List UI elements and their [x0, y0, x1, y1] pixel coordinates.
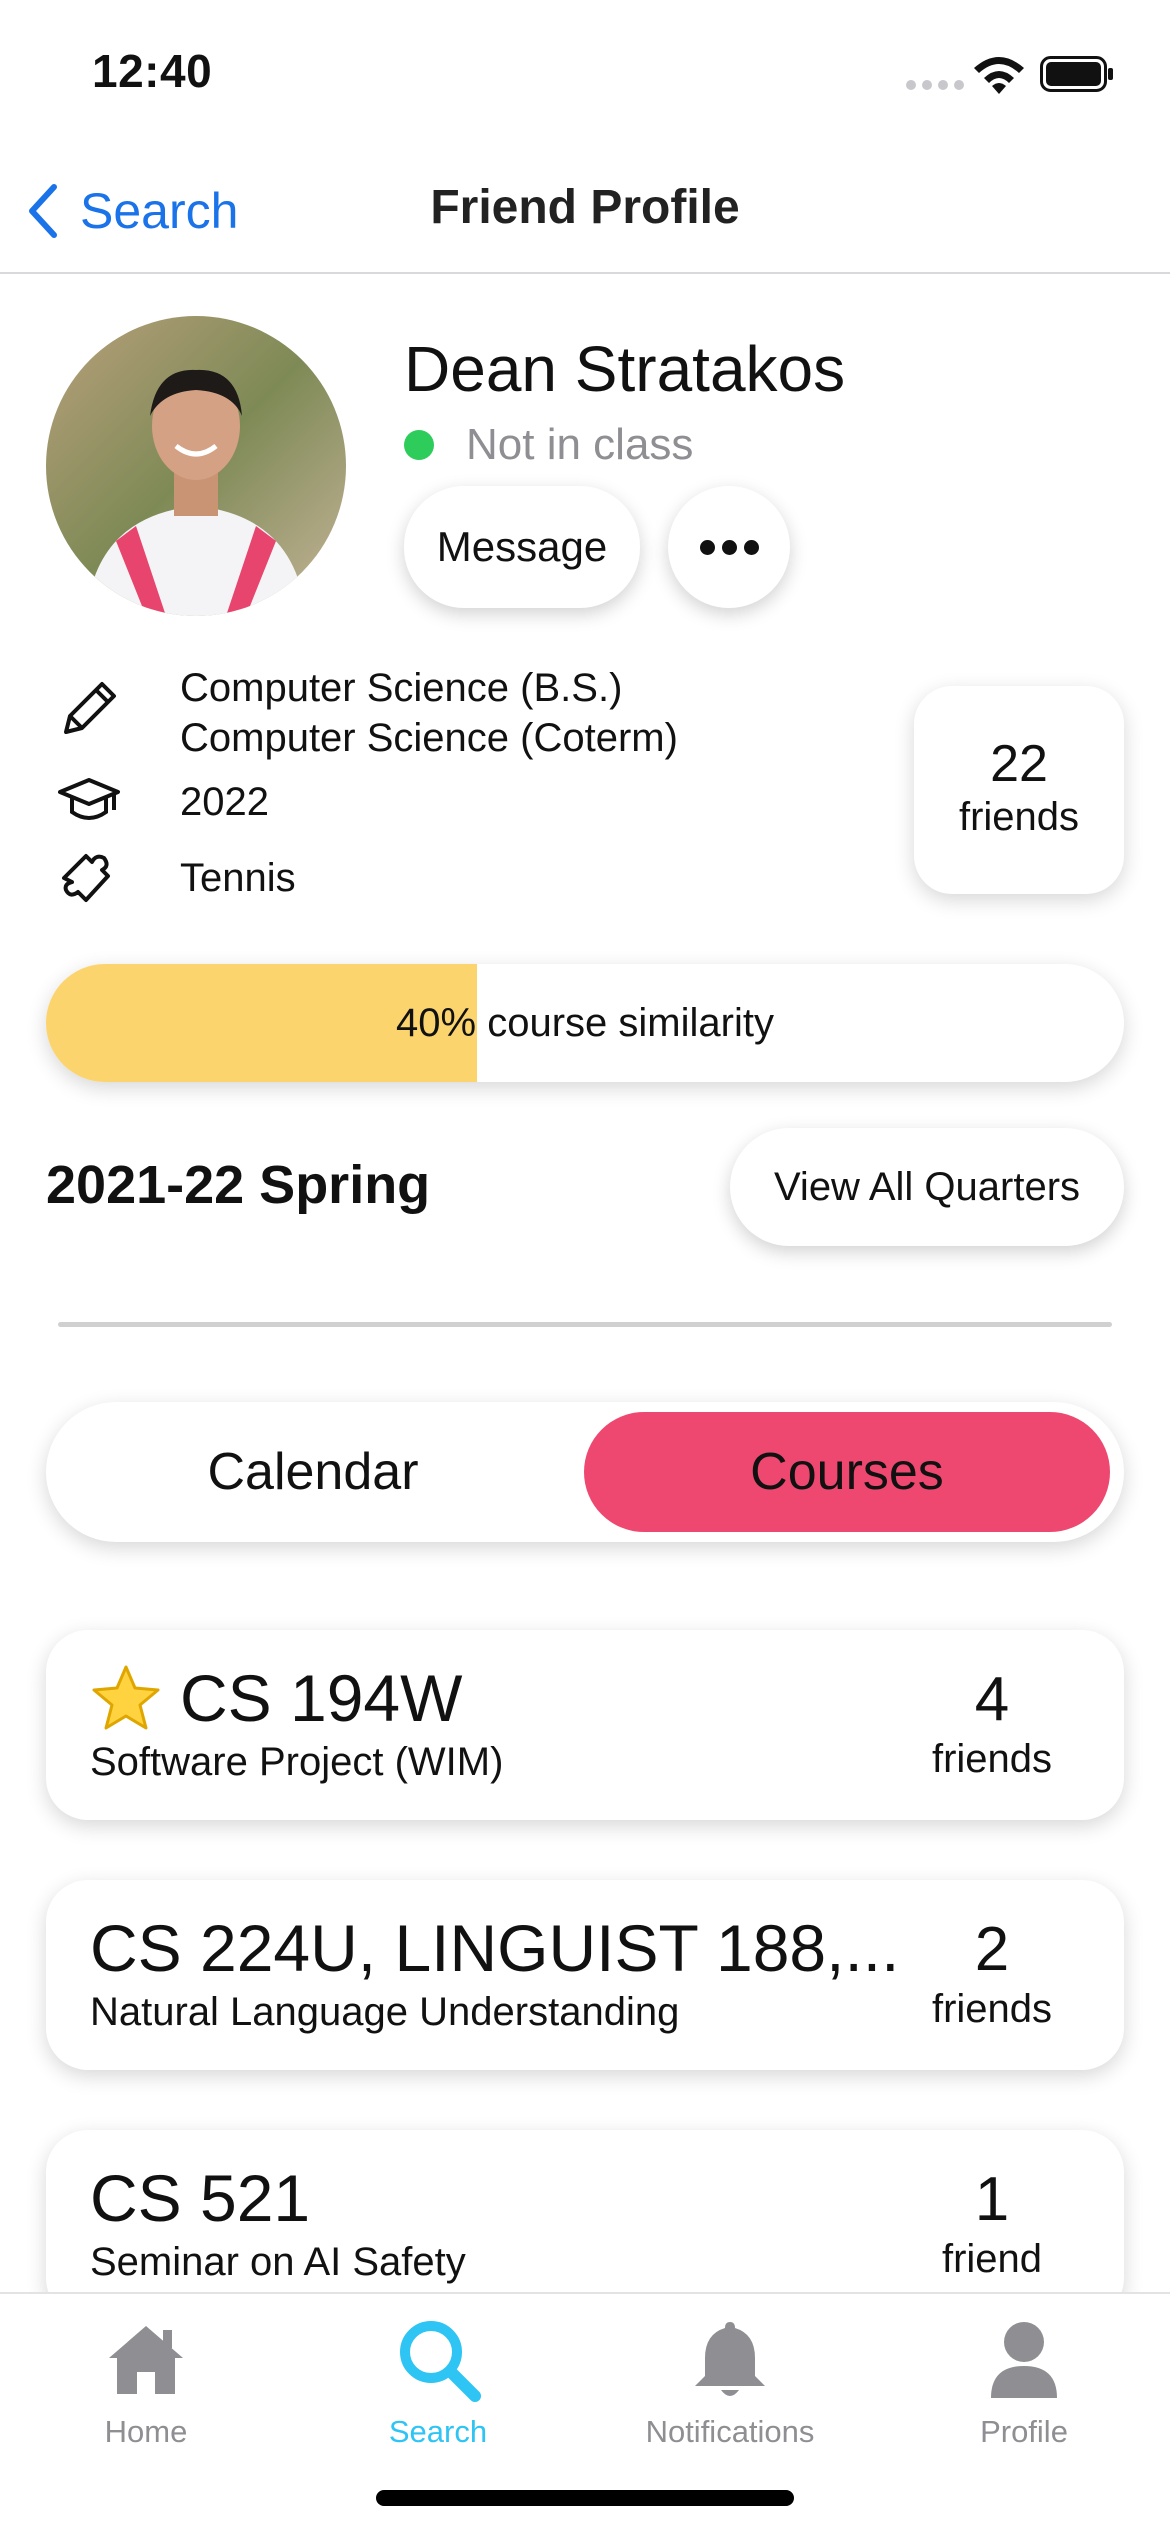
- page-title: Friend Profile: [430, 181, 740, 234]
- course-friends: 4 friends: [912, 1664, 1072, 1782]
- activity: Tennis: [180, 856, 296, 900]
- search-icon: [400, 2321, 481, 2402]
- course-friends-count: 4: [974, 1665, 1010, 1734]
- course-similarity-bar: 40% course similarity: [46, 964, 1124, 1082]
- tab-home[interactable]: Home: [16, 2314, 276, 2450]
- major-primary: Computer Science (B.S.): [180, 666, 623, 710]
- view-segmented-control: Calendar Courses: [46, 1402, 1124, 1542]
- course-card[interactable]: CS 224U, LINGUIST 188,... Natural Langua…: [46, 1880, 1124, 2070]
- person-icon: [991, 2322, 1057, 2398]
- quarter-title: 2021-22 Spring: [46, 1155, 431, 1215]
- status-time: 12:40: [92, 45, 213, 97]
- course-similarity-label: 40% course similarity: [396, 1000, 774, 1045]
- course-friends: 1 friend: [912, 2164, 1072, 2282]
- message-button[interactable]: Message: [404, 486, 640, 608]
- course-code-row: CS 521: [90, 2160, 310, 2236]
- course-friends-label: friend: [941, 2237, 1043, 2281]
- status-bar: 12:40: [0, 0, 1170, 150]
- course-friends-count: 2: [974, 1915, 1010, 1984]
- wifi-icon: [974, 57, 1024, 94]
- tab-profile-label: Profile: [980, 2414, 1068, 2449]
- tab-search-label: Search: [388, 2414, 488, 2449]
- home-icon: [109, 2326, 183, 2394]
- pencil-icon: [64, 682, 116, 734]
- bell-icon: [695, 2322, 765, 2396]
- profile-name: Dean Stratakos: [404, 333, 846, 405]
- segment-courses[interactable]: Courses: [584, 1412, 1110, 1532]
- friends-count-card[interactable]: 22 friends: [914, 686, 1124, 894]
- course-friends-label: friends: [931, 1737, 1053, 1781]
- puzzle-piece-icon: [62, 854, 110, 902]
- friends-label: friends: [958, 795, 1080, 839]
- navigation-bar: Search Friend Profile: [0, 150, 1170, 274]
- course-friends-count: 1: [974, 2165, 1010, 2234]
- class-year: 2022: [180, 780, 269, 824]
- course-code: CS 224U, LINGUIST 188,...: [90, 1911, 900, 1985]
- course-friends-label: friends: [931, 1987, 1053, 2031]
- course-code-row: CS 194W: [90, 1660, 462, 1736]
- presence-text: Not in class: [466, 420, 694, 469]
- tab-notifications[interactable]: Notifications: [600, 2314, 860, 2450]
- avatar: [46, 316, 346, 616]
- cellular-signal-icon: [906, 80, 964, 90]
- course-name: Natural Language Understanding: [90, 1990, 680, 2034]
- course-code: CS 521: [90, 2161, 311, 2235]
- battery-icon: [1040, 56, 1113, 92]
- view-all-quarters-button[interactable]: View All Quarters: [730, 1128, 1124, 1246]
- tab-home-label: Home: [104, 2414, 188, 2449]
- presence-dot-icon: [404, 430, 434, 460]
- friends-count: 22: [990, 735, 1048, 793]
- graduation-cap-icon: [58, 778, 120, 820]
- major-secondary: Computer Science (Coterm): [180, 716, 678, 760]
- segment-calendar[interactable]: Calendar: [46, 1402, 580, 1542]
- ellipsis-icon: [699, 539, 759, 555]
- tab-profile[interactable]: Profile: [894, 2314, 1154, 2450]
- more-options-button[interactable]: [668, 486, 790, 608]
- course-code-row: CS 224U, LINGUIST 188,...: [90, 1910, 899, 1986]
- divider: [58, 1322, 1112, 1327]
- course-friends: 2 friends: [912, 1914, 1072, 2032]
- course-code: CS 194W: [180, 1661, 463, 1735]
- course-name: Seminar on AI Safety: [90, 2240, 466, 2284]
- tab-notifications-label: Notifications: [645, 2414, 815, 2449]
- tab-search[interactable]: Search: [308, 2314, 568, 2450]
- star-icon: [92, 1665, 160, 1730]
- course-card[interactable]: CS 194W Software Project (WIM) 4 friends: [46, 1630, 1124, 1820]
- course-name: Software Project (WIM): [90, 1740, 504, 1784]
- home-indicator: [376, 2490, 794, 2506]
- presence-status: Not in class: [404, 420, 693, 470]
